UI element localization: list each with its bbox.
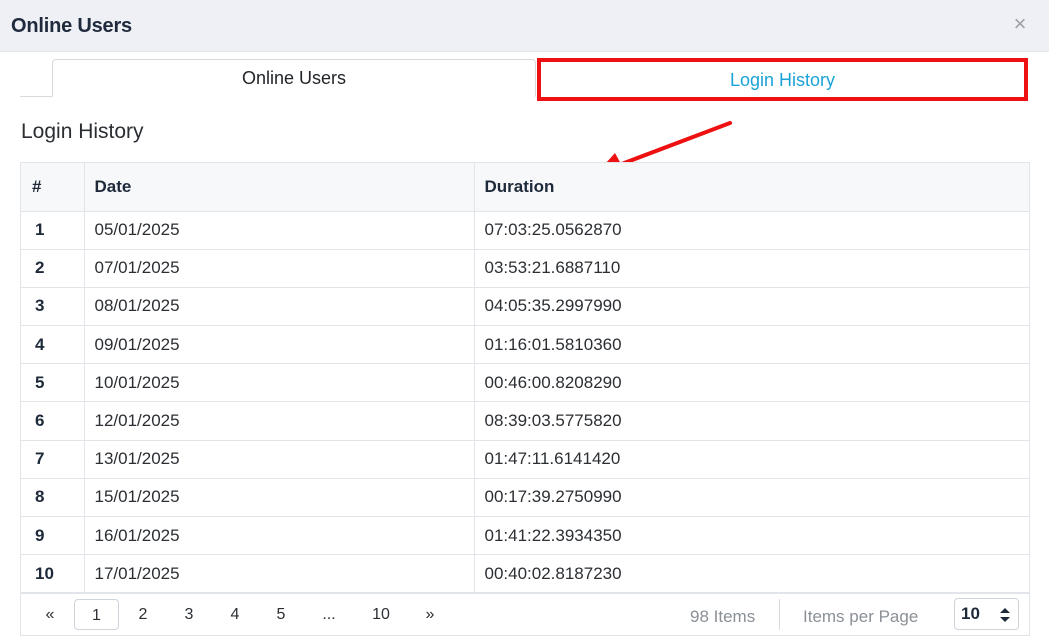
- close-icon[interactable]: ×: [1009, 11, 1031, 37]
- page-button-2[interactable]: 2: [131, 599, 155, 630]
- table-row[interactable]: 10 17/01/2025 00:40:02.8187230: [21, 554, 1029, 593]
- row-duration: 01:47:11.6141420: [474, 440, 1029, 479]
- row-duration: 01:41:22.3934350: [474, 516, 1029, 556]
- sort-updown-icon: [1000, 608, 1010, 622]
- modal-header: Online Users ×: [0, 0, 1049, 52]
- row-duration: 00:40:02.8187230: [484, 564, 622, 584]
- row-date: 13/01/2025: [84, 440, 475, 479]
- modal-title: Online Users: [11, 15, 132, 37]
- row-date: 08/01/2025: [84, 287, 475, 327]
- page-button-1[interactable]: 1: [74, 599, 119, 630]
- page-button-3[interactable]: 3: [177, 599, 201, 630]
- row-duration: 04:05:35.2997990: [474, 287, 1029, 327]
- row-date: 09/01/2025: [84, 325, 475, 365]
- row-date: 16/01/2025: [84, 516, 475, 556]
- section-title: Login History: [21, 120, 144, 143]
- row-date: 12/01/2025: [84, 401, 475, 441]
- items-per-page-label: Items per Page: [803, 607, 919, 626]
- table-row[interactable]: 1 05/01/2025 07:03:25.0562870: [21, 211, 1029, 250]
- column-header-number[interactable]: #: [21, 163, 85, 212]
- row-date: 07/01/2025: [84, 249, 475, 288]
- items-per-page-select[interactable]: 10: [954, 598, 1019, 630]
- column-header-duration[interactable]: Duration: [474, 163, 1029, 212]
- tab-online-users[interactable]: Online Users: [52, 59, 536, 97]
- row-duration: 00:17:39.2750990: [474, 478, 1029, 518]
- column-header-date[interactable]: Date: [84, 163, 475, 212]
- table-row[interactable]: 7 13/01/2025 01:47:11.6141420: [21, 440, 1029, 479]
- page-ellipsis: ...: [322, 606, 336, 623]
- row-duration: 07:03:25.0562870: [474, 211, 1029, 250]
- table-row[interactable]: 8 15/01/2025 00:17:39.2750990: [21, 478, 1029, 518]
- table-row[interactable]: 4 09/01/2025 01:16:01.5810360: [21, 325, 1029, 365]
- page-button-5[interactable]: 5: [269, 599, 293, 630]
- row-number: 1: [21, 211, 85, 250]
- row-duration: 01:16:01.5810360: [474, 325, 1029, 365]
- row-number: 10: [21, 554, 85, 593]
- login-history-table: # Date Duration 1 05/01/2025 07:03:25.0562…: [20, 162, 1030, 594]
- table-row[interactable]: 6 12/01/2025 08:39:03.5775820: [21, 401, 1029, 441]
- table-header-row: # Date Duration: [21, 163, 1029, 212]
- row-date: 17/01/2025: [84, 554, 475, 593]
- pagination-bar: « 1 2 3 4 5 ... 10 » 98 Items Items per …: [20, 592, 1030, 636]
- row-number: 2: [21, 249, 85, 288]
- row-duration: 03:53:21.6887110: [474, 249, 1029, 288]
- first-page-button[interactable]: «: [39, 599, 61, 630]
- row-number: 5: [21, 363, 85, 403]
- items-count: 98 Items: [690, 607, 756, 626]
- row-number: 3: [21, 287, 85, 327]
- row-duration: 00:46:00.8208290: [474, 363, 1029, 403]
- row-date: 15/01/2025: [84, 478, 475, 518]
- row-number: 7: [21, 440, 85, 479]
- last-page-button[interactable]: »: [419, 599, 441, 630]
- row-date: 10/01/2025: [84, 363, 475, 403]
- row-number: 4: [21, 325, 85, 365]
- pager-divider: [779, 599, 780, 630]
- row-number: 9: [21, 516, 85, 556]
- table-row[interactable]: 5 10/01/2025 00:46:00.8208290: [21, 363, 1029, 403]
- table-row[interactable]: 2 07/01/2025 03:53:21.6887110: [21, 249, 1029, 288]
- page-button-10[interactable]: 10: [366, 599, 396, 630]
- tab-login-history[interactable]: Login History: [537, 58, 1028, 101]
- row-number: 8: [21, 478, 85, 518]
- row-duration: 08:39:03.5775820: [474, 401, 1029, 441]
- table-row[interactable]: 3 08/01/2025 04:05:35.2997990: [21, 287, 1029, 327]
- table-row[interactable]: 9 16/01/2025 01:41:22.3934350: [21, 516, 1029, 556]
- row-date: 05/01/2025: [84, 211, 475, 250]
- row-number: 6: [21, 401, 85, 441]
- page-button-4[interactable]: 4: [223, 599, 247, 630]
- items-per-page-value: 10: [961, 604, 980, 623]
